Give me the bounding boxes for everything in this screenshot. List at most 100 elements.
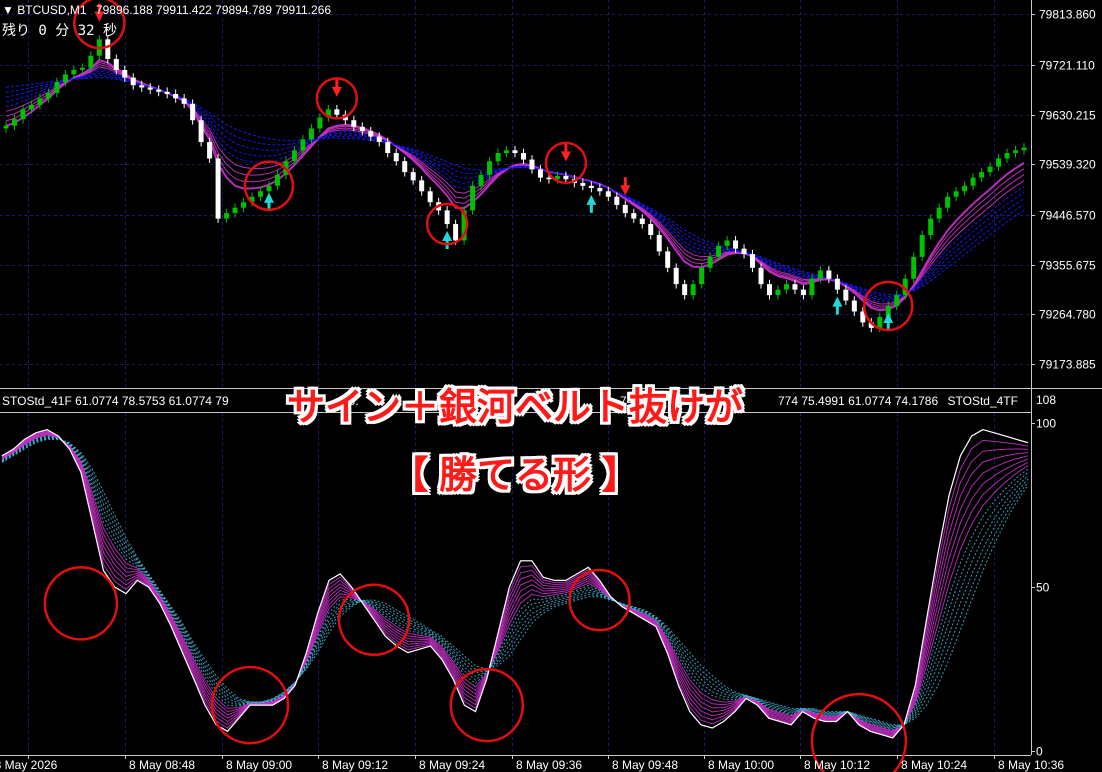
candle-body bbox=[605, 191, 611, 197]
candle-body bbox=[444, 210, 450, 225]
candle-body bbox=[894, 295, 900, 307]
candle-body bbox=[588, 185, 594, 188]
candle-body bbox=[317, 117, 323, 129]
belt-line bbox=[5, 72, 1025, 299]
candle-body bbox=[970, 177, 976, 186]
candle-body bbox=[164, 91, 170, 94]
sell-arrow-icon bbox=[620, 177, 631, 196]
candle-body bbox=[266, 185, 272, 192]
time-tick-label: 8 May 09:48 bbox=[612, 758, 678, 772]
candle-body bbox=[911, 256, 917, 279]
candle-body bbox=[470, 185, 476, 211]
candle-body bbox=[504, 150, 510, 154]
candle-body bbox=[614, 196, 620, 205]
candle-body bbox=[826, 270, 832, 279]
overlay-caption-line1: サイン＋銀河ベルト抜けが bbox=[286, 387, 743, 429]
buy-arrow-icon bbox=[442, 230, 453, 249]
candle-body bbox=[928, 218, 934, 235]
candle-body bbox=[291, 150, 297, 162]
candle-body bbox=[690, 284, 696, 296]
time-tick-label: 8 May 09:24 bbox=[419, 758, 485, 772]
price-tick-label: 79813.860 bbox=[1039, 8, 1096, 22]
belt-line bbox=[5, 74, 1025, 297]
candle-body bbox=[953, 191, 959, 197]
candle-body bbox=[800, 289, 806, 296]
candle-body bbox=[487, 161, 493, 175]
belt-line bbox=[5, 63, 1025, 307]
candle-body bbox=[733, 240, 739, 249]
candle-body bbox=[198, 120, 204, 143]
candle-body bbox=[139, 85, 145, 88]
symbol-header: ▼ BTCUSD,M1 79896.188 79911.422 79894.78… bbox=[2, 3, 331, 17]
candle-body bbox=[962, 185, 968, 192]
candle-body bbox=[20, 109, 26, 120]
belt-line bbox=[5, 61, 1025, 309]
candle-body bbox=[580, 183, 586, 186]
time-tick-label: 8 May 09:12 bbox=[322, 758, 388, 772]
indicator-tick-label: 100 bbox=[1036, 417, 1056, 431]
belt-line bbox=[5, 58, 1025, 312]
candle-body bbox=[979, 172, 985, 178]
candle-body bbox=[207, 142, 213, 159]
candle-body bbox=[987, 166, 993, 173]
candle-body bbox=[359, 126, 365, 132]
time-tick-label: 8 May 10:24 bbox=[901, 758, 967, 772]
candle-body bbox=[648, 224, 654, 235]
candle-body bbox=[495, 153, 501, 162]
buy-arrow-icon bbox=[586, 194, 597, 213]
candle-body bbox=[62, 74, 68, 82]
candle-body bbox=[597, 187, 603, 192]
candle-body bbox=[334, 109, 340, 115]
candle-body bbox=[376, 136, 382, 143]
candle-body bbox=[11, 119, 17, 126]
candle-body bbox=[122, 69, 128, 78]
price-tick-label: 79264.780 bbox=[1039, 308, 1096, 322]
indicator-tick-label: 50 bbox=[1036, 581, 1050, 595]
candle-body bbox=[241, 202, 247, 208]
candle-body bbox=[300, 139, 306, 151]
candle-body bbox=[105, 39, 111, 60]
candle-body bbox=[410, 172, 416, 181]
candle-body bbox=[173, 93, 179, 99]
belt-line bbox=[5, 77, 1025, 296]
sell-arrow-icon bbox=[331, 78, 342, 97]
candle-body bbox=[851, 300, 857, 312]
candle-body bbox=[622, 204, 628, 214]
candle-body bbox=[232, 207, 238, 214]
candle-body bbox=[682, 284, 688, 296]
candle-body bbox=[190, 103, 196, 121]
time-tick-label: 8 May 09:36 bbox=[516, 758, 582, 772]
candle-body bbox=[750, 254, 756, 268]
buy-arrow-icon bbox=[883, 312, 894, 331]
candle-body bbox=[809, 278, 815, 296]
price-tick-label: 79446.570 bbox=[1039, 209, 1096, 223]
candle-body bbox=[775, 289, 781, 296]
candle-body bbox=[368, 131, 374, 137]
candle-body bbox=[707, 256, 713, 268]
candle-body bbox=[224, 213, 230, 219]
candle-body bbox=[673, 267, 679, 285]
candle-body bbox=[393, 153, 399, 162]
candle-body bbox=[181, 98, 187, 104]
candle-body bbox=[37, 98, 43, 105]
price-tick-label: 79355.675 bbox=[1039, 259, 1096, 273]
time-tick-label: 8 May 10:36 bbox=[998, 758, 1064, 772]
candle-body bbox=[453, 224, 459, 241]
dropdown-triangle-icon[interactable]: ▼ bbox=[2, 3, 14, 17]
time-tick-label: 8 May 2026 bbox=[0, 758, 58, 772]
candle-body bbox=[699, 267, 705, 285]
overlay-caption-line2: 【 勝てる形 】 bbox=[390, 455, 640, 497]
candle-body bbox=[792, 284, 798, 290]
price-tick-label: 79539.320 bbox=[1039, 158, 1096, 172]
time-tick-label: 8 May 10:00 bbox=[708, 758, 774, 772]
candle-body bbox=[936, 207, 942, 219]
sell-arrow-icon bbox=[560, 143, 571, 162]
candle-body bbox=[996, 158, 1002, 167]
candle-body bbox=[1021, 147, 1027, 151]
candle-body bbox=[1013, 150, 1019, 154]
remaining-time: 残り 0 分 32 秒 bbox=[2, 23, 118, 39]
candle-body bbox=[28, 104, 34, 110]
candle-body bbox=[537, 169, 543, 178]
candle-body bbox=[419, 180, 425, 192]
candle-body bbox=[546, 177, 552, 180]
